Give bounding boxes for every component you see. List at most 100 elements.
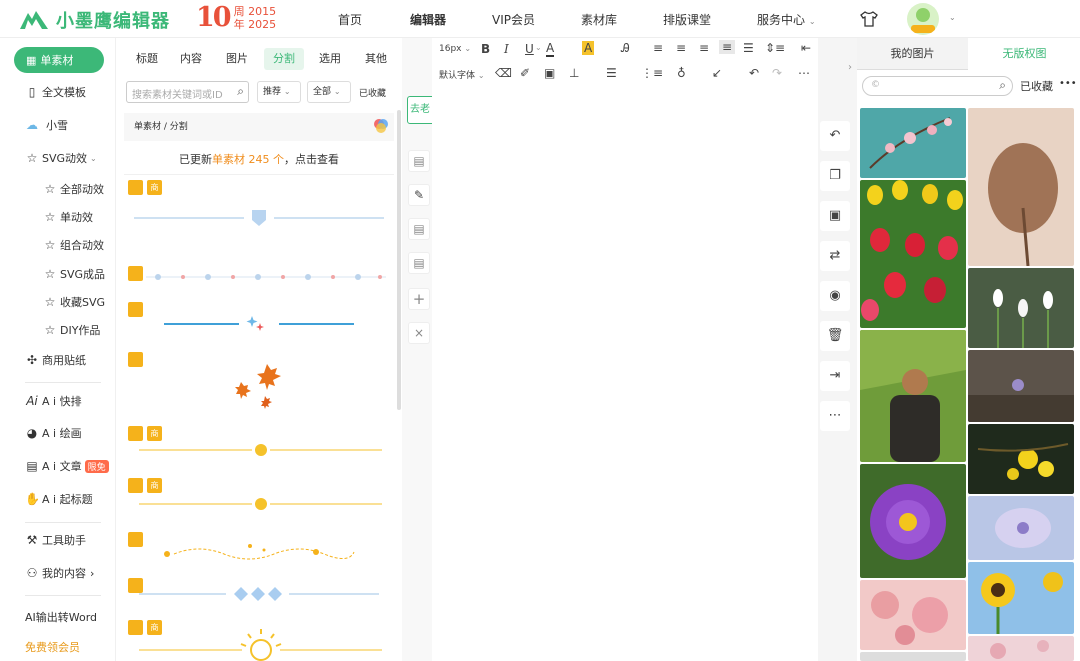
align-left-icon[interactable]: ≡ — [653, 41, 663, 55]
photo-yellow-blossom[interactable] — [968, 424, 1074, 494]
bulb-icon[interactable]: ♁ — [677, 66, 686, 80]
paragraph-spacing-icon[interactable]: ⋮≡ — [641, 66, 663, 80]
sidebar-svg-item[interactable]: ☆ DIY作品 — [43, 322, 101, 338]
nav-materials[interactable]: 素材库 — [581, 11, 617, 28]
expand-panel-icon[interactable]: › — [848, 62, 852, 73]
copy-icon[interactable]: ❐ — [820, 161, 850, 191]
line-height-icon[interactable]: ⇕≡ — [765, 41, 785, 55]
tab-divider[interactable]: 分割 — [264, 48, 304, 70]
photo-sunflower[interactable] — [968, 562, 1074, 634]
chevron-down-icon[interactable]: ⌄ — [535, 43, 542, 52]
underline-icon[interactable]: U — [525, 42, 534, 56]
nav-editor[interactable]: 编辑器 — [410, 11, 446, 28]
spacing-icon[interactable]: ☰ — [606, 66, 617, 80]
sidebar-item-single-material[interactable]: ▦ 单素材 — [14, 47, 104, 73]
sidebar-item-ai-layout[interactable]: Ai A i 快排 — [25, 393, 81, 409]
tab-my-images[interactable]: 我的图片 — [857, 38, 968, 70]
font-family-select[interactable]: 默认字体 ⌄ — [439, 68, 485, 81]
font-size-select[interactable]: 16px ⌄ — [439, 44, 471, 54]
sidebar-svg-item[interactable]: ☆ 组合动效 — [43, 237, 104, 253]
brand-logo[interactable]: 小墨鹰编辑器 — [18, 7, 170, 33]
editor-canvas[interactable]: 16px ⌄ B I U ⌄ A A Ꭿ ≡ ≡ ≡ ≡ ☰ ⇕≡ ⇤ 默认字体… — [432, 38, 818, 661]
swap-icon[interactable]: ⇄ — [820, 241, 850, 271]
divider-card[interactable] — [124, 300, 394, 346]
divider-card[interactable]: 商 — [124, 476, 394, 524]
nav-class[interactable]: 排版课堂 — [663, 11, 711, 28]
divider-card[interactable]: 商 — [124, 424, 394, 468]
text-effect-icon[interactable]: Ꭿ — [621, 41, 630, 56]
search-icon[interactable]: ⌕ — [237, 84, 244, 99]
italic-icon[interactable]: I — [504, 42, 509, 56]
sidebar-item-xiaoxue[interactable]: ☁ 小雪 — [25, 117, 68, 133]
sidebar-item-stickers[interactable]: ✣ 商用贴纸 — [25, 352, 86, 368]
sidebar-item-ai-draw[interactable]: ◕ A i 绘画 — [25, 425, 82, 441]
undo-icon[interactable]: ↶ — [820, 121, 850, 151]
more-icon[interactable]: ⋯ — [820, 401, 850, 431]
delete-icon[interactable]: 🗑 — [820, 321, 850, 351]
material-search-input[interactable]: 搜索素材关键词或ID ⌕ — [126, 81, 249, 103]
divider-card[interactable] — [124, 264, 394, 292]
sidebar-item-full-template[interactable]: ▯ 全文模板 — [25, 84, 86, 100]
divider-card[interactable]: 商 — [124, 178, 394, 260]
sidebar-svg-item[interactable]: ☆ SVG成品 — [43, 266, 105, 282]
highlight-icon[interactable]: A — [582, 41, 595, 55]
sidebar-item-tools[interactable]: ⚒ 工具助手 — [25, 532, 86, 548]
photo-man-in-grass[interactable] — [860, 330, 966, 462]
document-icon[interactable]: ▤ — [408, 150, 430, 172]
sidebar-item-svg-anim[interactable]: ☆ SVG动效 ⌄ — [25, 150, 97, 166]
bold-icon[interactable]: B — [481, 42, 490, 56]
photo-partial[interactable] — [968, 636, 1074, 661]
goto-old-version-button[interactable]: 去老 — [407, 96, 435, 124]
photo-ground-flower[interactable] — [968, 350, 1074, 422]
edit-icon[interactable]: ✎ — [408, 184, 430, 206]
avatar-chevron-icon[interactable]: ⌄ — [949, 13, 956, 22]
export-icon[interactable]: ⇥ — [820, 361, 850, 391]
collected-images-link[interactable]: 已收藏 — [1020, 78, 1053, 94]
tab-title[interactable]: 标题 — [130, 48, 164, 70]
indent-icon[interactable]: ☰ — [743, 41, 754, 55]
search-icon[interactable]: ⌕ — [999, 78, 1006, 93]
undo-icon[interactable]: ↶ — [749, 66, 759, 80]
divider-card[interactable] — [124, 576, 394, 612]
photo-tulips[interactable] — [860, 180, 966, 328]
align-right-icon[interactable]: ≡ — [699, 41, 709, 55]
close-icon[interactable]: × — [408, 322, 430, 344]
document-icon[interactable]: ▤ — [408, 218, 430, 240]
nav-home[interactable]: 首页 — [338, 11, 362, 28]
update-notice[interactable]: 已更新单素材 245 个，点击查看 — [124, 145, 394, 175]
sidebar-svg-item[interactable]: ☆ 单动效 — [43, 209, 93, 225]
font-color-icon[interactable]: A — [546, 41, 555, 57]
eraser-icon[interactable]: ⌫ — [495, 66, 512, 80]
more-icon[interactable]: ••• — [1059, 78, 1077, 89]
sidebar-item-ai-title[interactable]: ✋ A i 起标题 — [25, 491, 93, 507]
tab-free-images[interactable]: 无版权图 — [969, 38, 1080, 70]
sidebar-svg-item[interactable]: ☆ 收藏SVG — [43, 294, 105, 310]
nav-service[interactable]: 服务中心 ⌄ — [757, 11, 816, 28]
divider-card[interactable]: 商 — [124, 618, 394, 661]
exit-icon[interactable]: ⇤ — [801, 41, 811, 55]
tab-selected[interactable]: 选用 — [313, 48, 347, 70]
nav-vip[interactable]: VIP会员 — [492, 11, 535, 28]
save-icon[interactable]: ▣ — [820, 201, 850, 231]
document-icon[interactable]: ▤ — [408, 252, 430, 274]
image-search-input[interactable]: © ⌕ — [862, 76, 1013, 96]
plus-icon[interactable]: + — [408, 288, 430, 310]
tab-content[interactable]: 内容 — [174, 48, 208, 70]
photo-purple-flower[interactable] — [860, 464, 966, 578]
tab-other[interactable]: 其他 — [359, 48, 393, 70]
align-center-icon[interactable]: ≡ — [676, 41, 686, 55]
image-icon[interactable]: ▣ — [544, 66, 555, 80]
colorful-circle-icon[interactable] — [373, 118, 389, 134]
sidebar-item-free-vip[interactable]: 免费领会员 — [25, 639, 80, 655]
photo-snowdrops[interactable] — [968, 268, 1074, 348]
photo-lilac-flower[interactable] — [968, 496, 1074, 560]
photo-blossom-branch[interactable] — [860, 108, 966, 178]
photo-pink-blossom[interactable] — [860, 580, 966, 650]
divider-card[interactable] — [124, 530, 394, 570]
user-avatar[interactable] — [907, 3, 939, 35]
sidebar-svg-item[interactable]: ☆ 全部动效 — [43, 181, 104, 197]
tab-image[interactable]: 图片 — [220, 48, 254, 70]
preview-eye-icon[interactable]: ◉ — [820, 281, 850, 311]
redo-icon[interactable]: ↷ — [772, 66, 782, 80]
justify-icon[interactable]: ≡ — [719, 40, 736, 54]
